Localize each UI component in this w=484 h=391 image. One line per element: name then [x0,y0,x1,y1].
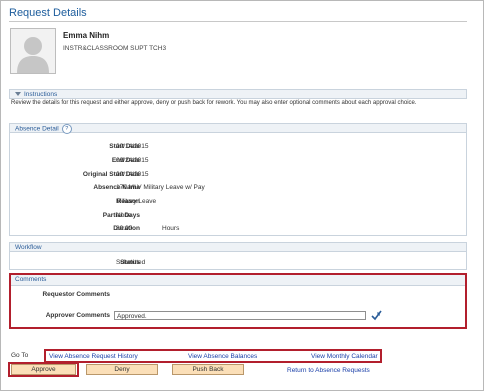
partial-days-value: None [116,212,132,219]
push-back-button[interactable]: Push Back [172,364,244,375]
spell-check-icon[interactable] [371,310,382,321]
comments-title: Comments [11,275,465,286]
title-divider [9,21,467,22]
instructions-header[interactable]: Instructions [9,89,467,99]
approver-comments-input[interactable]: Approved. [114,311,366,320]
avatar [10,28,56,74]
employee-job-title: INSTR&CLASSROOM SUPT TCH3 [63,45,167,52]
absence-name-value: 170 MLV Military Leave w/ Pay [116,184,205,191]
approver-comments-label: Approver Comments [45,312,110,319]
original-start-date-value: 09/14/2015 [116,171,149,178]
return-to-absence-requests-link[interactable]: Return to Absence Requests [287,367,370,374]
reason-value: Military Leave [116,198,157,205]
end-date-value: 09/24/2015 [116,157,149,164]
collapse-triangle-icon [15,92,21,97]
duration-value: 80.00 [116,225,133,232]
instructions-title: Instructions [24,91,58,98]
start-date-value: 09/14/2015 [116,143,149,150]
comments-section: Comments [9,273,467,329]
approve-button[interactable]: Approve [11,364,76,375]
page-title: Request Details [9,7,87,19]
view-absence-balances-link[interactable]: View Absence Balances [188,353,257,360]
absence-detail-title: Absence Detail [15,125,59,133]
status-value: Submitted [116,259,146,266]
absence-detail-header: Absence Detail? [9,123,467,134]
person-silhouette-icon [11,29,55,73]
deny-button[interactable]: Deny [86,364,158,375]
view-monthly-calendar-link[interactable]: View Monthly Calendar [311,353,378,360]
goto-label: Go To [11,352,29,359]
workflow-title: Workflow [15,244,42,251]
workflow-header: Workflow [9,242,467,252]
employee-name: Emma Nihm [63,31,110,40]
duration-unit: Hours [162,225,180,232]
requestor-comments-label: Requestor Comments [42,291,110,298]
instructions-text: Review the details for this request and … [11,100,417,106]
view-absence-request-history-link[interactable]: View Absence Request History [49,353,138,360]
